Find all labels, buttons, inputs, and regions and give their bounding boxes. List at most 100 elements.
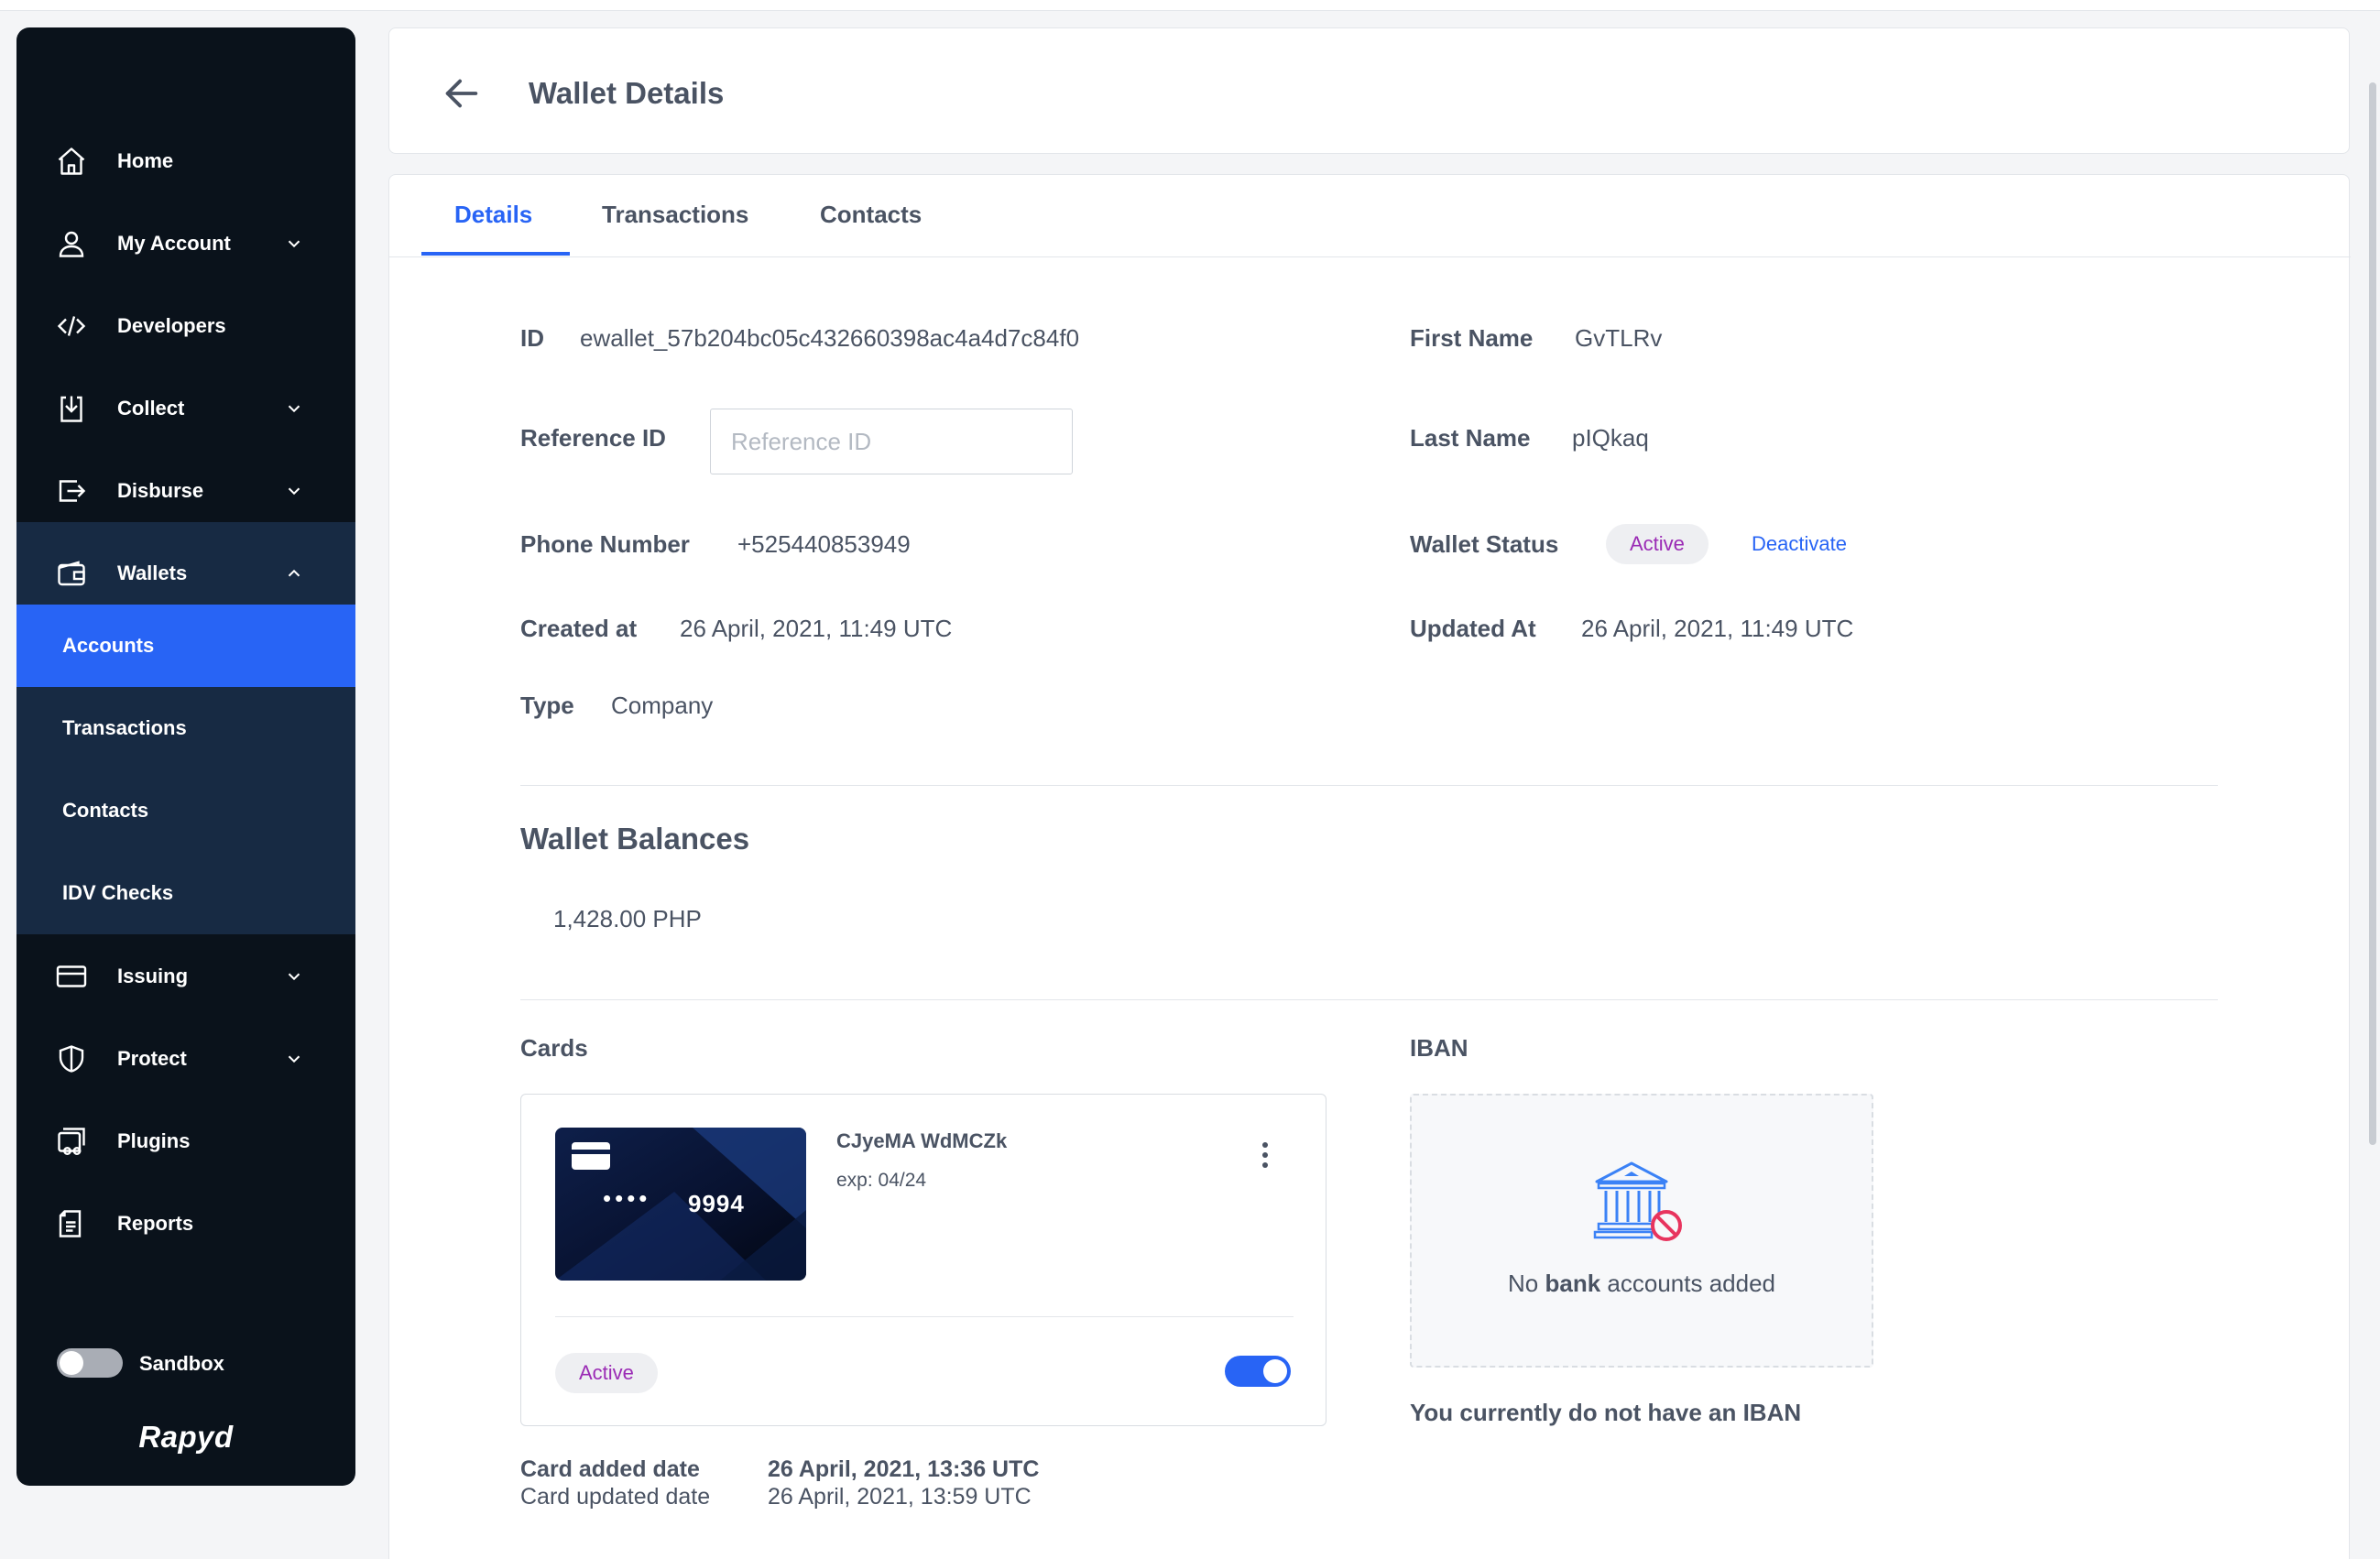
sidebar-subitem-idv-checks[interactable]: IDV Checks <box>16 852 355 934</box>
sidebar-subitem-label: Accounts <box>62 634 155 657</box>
sidebar-item-reports[interactable]: Reports <box>16 1183 355 1265</box>
sidebar-item-protect[interactable]: Protect <box>16 1018 355 1100</box>
iban-empty-state: No bank accounts added <box>1410 1094 1873 1368</box>
card-icon <box>56 965 87 987</box>
sidebar-subitem-label: IDV Checks <box>62 881 174 904</box>
phone-number-label: Phone Number <box>520 530 690 558</box>
card-item: •••• 9994 CJyeMA WdMCZk exp: 04/24 Activ… <box>520 1094 1326 1426</box>
wallet-details-panel: Details Transactions Contacts ID ewallet… <box>388 174 2351 1559</box>
sandbox-toggle[interactable] <box>57 1348 123 1378</box>
type-value: Company <box>611 692 714 719</box>
sidebar-item-disburse[interactable]: Disburse <box>16 450 355 532</box>
sidebar-item-label: My Account <box>117 232 231 255</box>
reports-icon <box>59 1210 82 1237</box>
sidebar-item-label: Home <box>117 149 174 172</box>
card-graphic <box>555 1128 806 1281</box>
first-name-label: First Name <box>1410 324 1534 352</box>
card-status-badge: Active <box>555 1353 658 1393</box>
reference-id-input[interactable] <box>710 409 1073 474</box>
iban-note: You currently do not have an IBAN <box>1410 1399 1802 1426</box>
wallet-icon <box>58 561 85 586</box>
card-added-value: 26 April, 2021, 13:36 UTC <box>768 1456 1040 1482</box>
sandbox-label: Sandbox <box>139 1352 224 1375</box>
active-tab-indicator <box>421 252 570 256</box>
sidebar-item-wallets[interactable]: Wallets <box>16 532 355 615</box>
sidebar-item-label: Developers <box>117 314 226 337</box>
tab-details[interactable]: Details <box>454 201 532 229</box>
page-header: Wallet Details <box>388 27 2350 154</box>
sidebar-subitem-accounts[interactable]: Accounts <box>16 605 355 687</box>
disburse-icon <box>59 480 86 502</box>
sidebar-item-label: Reports <box>117 1212 194 1235</box>
iban-title: IBAN <box>1410 1034 1468 1062</box>
updated-at-value: 26 April, 2021, 11:49 UTC <box>1581 615 1854 642</box>
card-masked-number: •••• <box>603 1184 651 1212</box>
chevron-down-icon <box>288 1055 300 1063</box>
balance-item: 1,428.00 PHP <box>553 905 702 932</box>
collect-icon <box>60 396 82 422</box>
created-at-value: 26 April, 2021, 11:49 UTC <box>680 615 953 642</box>
shield-icon <box>59 1045 84 1073</box>
tab-transactions[interactable]: Transactions <box>602 201 748 229</box>
arrow-left-icon[interactable] <box>441 72 483 114</box>
cards-title: Cards <box>520 1034 588 1062</box>
wallet-status-badge: Active <box>1606 524 1709 564</box>
more-vertical-icon[interactable] <box>1260 1140 1271 1170</box>
sidebar-item-label: Collect <box>117 397 185 420</box>
sidebar-subitem-transactions[interactable]: Transactions <box>16 687 355 769</box>
sidebar-item-label: Issuing <box>117 965 189 987</box>
cardholder-name: CJyeMA WdMCZk <box>836 1129 1008 1152</box>
card-expiry: exp: 04/24 <box>836 1170 927 1191</box>
no-bank-bold: bank <box>1545 1270 1601 1297</box>
reference-id-label: Reference ID <box>520 424 666 452</box>
scrollbar[interactable] <box>2369 82 2376 1145</box>
last-name-label: Last Name <box>1410 424 1531 452</box>
wallet-balances-title: Wallet Balances <box>520 822 750 856</box>
sidebar-subitem-label: Contacts <box>62 799 149 822</box>
card-image: •••• 9994 <box>555 1128 806 1281</box>
id-value: ewallet_57b204bc05c432660398ac4a4d7c84f0 <box>580 324 1080 352</box>
wallet-status-label: Wallet Status <box>1410 530 1559 558</box>
sidebar-item-label: Disburse <box>117 479 204 502</box>
deactivate-link[interactable]: Deactivate <box>1752 532 1847 556</box>
chevron-up-icon <box>288 569 300 577</box>
sidebar-item-collect[interactable]: Collect <box>16 367 355 450</box>
updated-at-label: Updated At <box>1410 615 1536 642</box>
sidebar-subitem-contacts[interactable]: Contacts <box>16 769 355 852</box>
sidebar-item-label: Wallets <box>117 561 188 584</box>
plugin-icon <box>58 1128 85 1155</box>
created-at-label: Created at <box>520 615 638 642</box>
chevron-down-icon <box>288 405 300 413</box>
divider <box>520 785 2218 786</box>
page-title: Wallet Details <box>529 76 725 110</box>
divider <box>520 999 2218 1000</box>
sidebar-item-issuing[interactable]: Issuing <box>16 935 355 1018</box>
tab-bar: Details Transactions Contacts <box>389 175 2351 257</box>
rapyd-logo: Rapyd <box>138 1420 234 1454</box>
last-name-value: pIQkaq <box>1572 424 1649 452</box>
no-bank-message: No bank accounts added <box>1412 1270 1872 1298</box>
chevron-down-icon <box>288 973 300 981</box>
card-added-label: Card added date <box>520 1456 700 1482</box>
id-label: ID <box>520 324 544 352</box>
sidebar-item-my-account[interactable]: My Account <box>16 202 355 285</box>
card-enabled-toggle[interactable] <box>1225 1356 1291 1387</box>
sidebar-subitem-label: Transactions <box>62 716 187 739</box>
tab-contacts[interactable]: Contacts <box>820 201 922 229</box>
sidebar-item-home[interactable]: Home <box>16 120 355 202</box>
bank-blocked-icon <box>1593 1161 1682 1241</box>
home-icon <box>58 147 85 175</box>
card-updated-value: 26 April, 2021, 13:59 UTC <box>768 1484 1032 1510</box>
code-icon <box>57 316 86 336</box>
user-icon <box>59 231 84 257</box>
sidebar-item-plugins[interactable]: Plugins <box>16 1100 355 1183</box>
sandbox-switch: Sandbox <box>57 1345 295 1381</box>
first-name-value: GvTLRv <box>1575 324 1663 352</box>
type-label: Type <box>520 692 574 719</box>
chevron-down-icon <box>288 487 300 496</box>
sidebar-item-developers[interactable]: Developers <box>16 285 355 367</box>
card-updated-label: Card updated date <box>520 1484 711 1510</box>
chevron-down-icon <box>288 240 300 248</box>
sidebar-item-label: Plugins <box>117 1129 191 1152</box>
no-bank-suffix: accounts added <box>1607 1270 1775 1297</box>
